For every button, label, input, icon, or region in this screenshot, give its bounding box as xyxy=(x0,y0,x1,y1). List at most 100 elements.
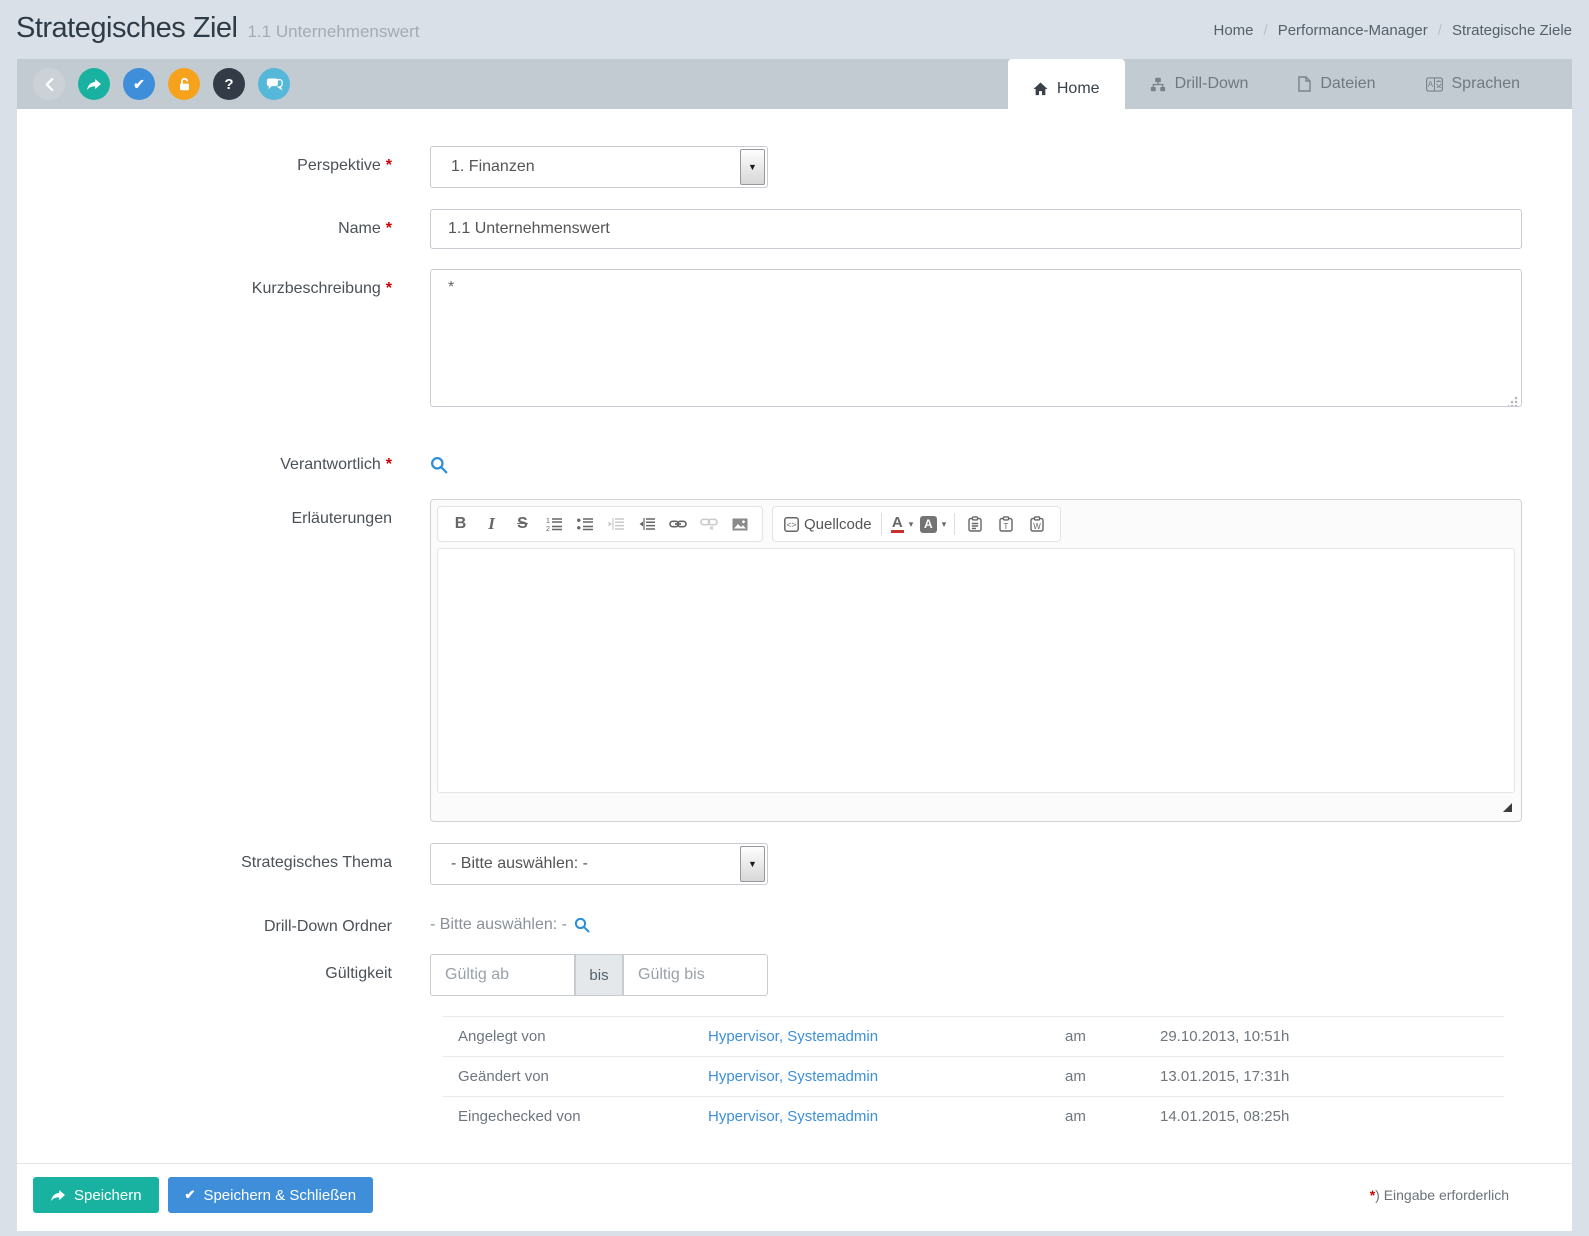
kurzbeschreibung-textarea[interactable]: * xyxy=(430,269,1522,407)
share-arrow-icon xyxy=(50,1189,66,1202)
erlaeuterungen-editor-content[interactable] xyxy=(437,548,1515,793)
row-verantwortlich: Verantwortlich* xyxy=(17,445,1572,479)
svg-text:<>: <> xyxy=(787,519,797,529)
source-button[interactable]: <> Quellcode xyxy=(780,510,876,538)
confirm-circle-button[interactable]: ✔ xyxy=(123,68,155,100)
kurzbeschreibung-label: Kurzbeschreibung* xyxy=(17,269,392,298)
breadcrumb-item-home[interactable]: Home xyxy=(1214,22,1254,39)
resize-grip-icon[interactable] xyxy=(1508,396,1518,406)
home-icon xyxy=(1033,82,1048,96)
strategisches-thema-select[interactable]: - Bitte auswählen: - ▼ xyxy=(430,843,768,885)
meta-table: Angelegt von Hypervisor, Systemadmin am … xyxy=(443,1016,1504,1136)
search-icon xyxy=(430,456,448,474)
ordered-list-button[interactable]: 1 2 xyxy=(538,510,569,538)
unordered-list-button[interactable] xyxy=(569,510,600,538)
meta-date: 13.01.2015, 17:31h xyxy=(1160,1068,1289,1085)
erlaeuterungen-label: Erläuterungen xyxy=(17,499,392,528)
unlock-icon xyxy=(178,77,191,92)
tab-label: Drill-Down xyxy=(1175,75,1249,93)
required-marker: * xyxy=(386,456,392,473)
italic-button[interactable]: I xyxy=(476,510,507,538)
meta-user-link[interactable]: Hypervisor, Systemadmin xyxy=(708,1108,1065,1125)
toolbar-separator xyxy=(881,513,882,535)
comments-circle-button[interactable] xyxy=(258,68,290,100)
svg-text:T: T xyxy=(1004,522,1009,531)
meta-user-link[interactable]: Hypervisor, Systemadmin xyxy=(708,1068,1065,1085)
indent-icon xyxy=(639,517,655,531)
language-icon: A xyxy=(1426,77,1443,92)
breadcrumb-item-performance-manager[interactable]: Performance-Manager xyxy=(1278,22,1428,39)
editor-resize-handle[interactable] xyxy=(1503,803,1512,812)
svg-text:A: A xyxy=(1427,80,1433,89)
question-icon: ? xyxy=(224,76,233,93)
toolbar: ✔ ? Home xyxy=(17,59,1572,109)
paste-word-icon: W xyxy=(1030,516,1044,532)
meta-user-link[interactable]: Hypervisor, Systemadmin xyxy=(708,1028,1065,1045)
help-circle-button[interactable]: ? xyxy=(213,68,245,100)
name-field[interactable] xyxy=(430,209,1522,249)
save-close-button[interactable]: ✔ Speichern & Schließen xyxy=(168,1177,374,1213)
tab-sprachen[interactable]: A Sprachen xyxy=(1401,59,1546,109)
background-color-button[interactable]: A ▾ xyxy=(918,510,949,538)
perspektive-label: Perspektive* xyxy=(17,146,392,175)
bold-button[interactable]: B xyxy=(445,510,476,538)
text-color-button[interactable]: A ▾ xyxy=(887,510,918,538)
paste-text-icon: T xyxy=(999,516,1013,532)
unlink-button[interactable] xyxy=(693,510,724,538)
caret-down-icon[interactable]: ▼ xyxy=(740,149,765,185)
page-subtitle: 1.1 Unternehmenswert xyxy=(248,22,420,42)
tab-dateien[interactable]: Dateien xyxy=(1273,59,1400,109)
drilldown-search-button[interactable] xyxy=(574,917,590,933)
gueltig-bis-input[interactable] xyxy=(623,954,768,996)
search-icon xyxy=(574,917,590,933)
editor-toolbar: B I S 1 2 xyxy=(437,506,1515,542)
tab-home[interactable]: Home xyxy=(1008,59,1125,119)
gueltig-ab-input[interactable] xyxy=(430,954,575,996)
file-icon xyxy=(1298,76,1311,92)
svg-text:2: 2 xyxy=(546,526,550,531)
image-button[interactable] xyxy=(724,510,755,538)
verantwortlich-search-button[interactable] xyxy=(430,445,448,474)
save-button[interactable]: Speichern xyxy=(33,1177,159,1213)
tab-bar: Home Drill-Down Dateien xyxy=(1008,59,1545,109)
page-header: Strategisches Ziel 1.1 Unternehmenswert … xyxy=(0,0,1589,59)
panel-area: ✔ ? Home xyxy=(17,59,1572,1231)
save-button-label: Speichern xyxy=(74,1187,142,1204)
link-button[interactable] xyxy=(662,510,693,538)
breadcrumb-item-strategische-ziele[interactable]: Strategische Ziele xyxy=(1452,22,1572,39)
strikethrough-button[interactable]: S xyxy=(507,510,538,538)
editor-toolbar-group-extra: <> Quellcode A ▾ A ▾ xyxy=(772,506,1061,542)
back-button[interactable] xyxy=(33,68,65,100)
source-button-label: Quellcode xyxy=(804,516,872,533)
share-arrow-icon xyxy=(86,78,102,91)
link-icon xyxy=(669,519,687,529)
editor-toolbar-group-format: B I S 1 2 xyxy=(437,506,763,542)
caret-down-icon[interactable]: ▼ xyxy=(740,846,765,882)
paste-text-button[interactable]: T xyxy=(991,510,1022,538)
meta-label: Geändert von xyxy=(443,1068,708,1085)
tab-drill-down[interactable]: Drill-Down xyxy=(1125,59,1274,109)
paste-button[interactable] xyxy=(960,510,991,538)
check-icon: ✔ xyxy=(133,76,145,93)
editor-bottom-bar xyxy=(437,793,1515,815)
indent-button[interactable] xyxy=(631,510,662,538)
required-marker: * xyxy=(386,157,392,174)
lock-circle-button[interactable] xyxy=(168,68,200,100)
perspektive-select[interactable]: 1. Finanzen ▼ xyxy=(430,146,768,188)
row-perspektive: Perspektive* 1. Finanzen ▼ xyxy=(17,146,1572,188)
strategisches-thema-label: Strategisches Thema xyxy=(17,843,392,872)
svg-text:W: W xyxy=(1033,522,1041,531)
required-marker: * xyxy=(386,280,392,297)
meta-am: am xyxy=(1065,1068,1160,1085)
ordered-list-icon: 1 2 xyxy=(546,517,562,531)
meta-date: 14.01.2015, 08:25h xyxy=(1160,1108,1289,1125)
paste-word-button[interactable]: W xyxy=(1022,510,1053,538)
meta-am: am xyxy=(1065,1028,1160,1045)
form-panel: Perspektive* 1. Finanzen ▼ Name* Kurzbes… xyxy=(17,109,1572,1231)
outdent-button[interactable] xyxy=(600,510,631,538)
required-marker: * xyxy=(386,220,392,237)
page-title: Strategisches Ziel xyxy=(16,12,238,45)
tab-label: Home xyxy=(1057,80,1100,98)
save-circle-button[interactable] xyxy=(78,68,110,100)
image-icon xyxy=(732,518,748,531)
